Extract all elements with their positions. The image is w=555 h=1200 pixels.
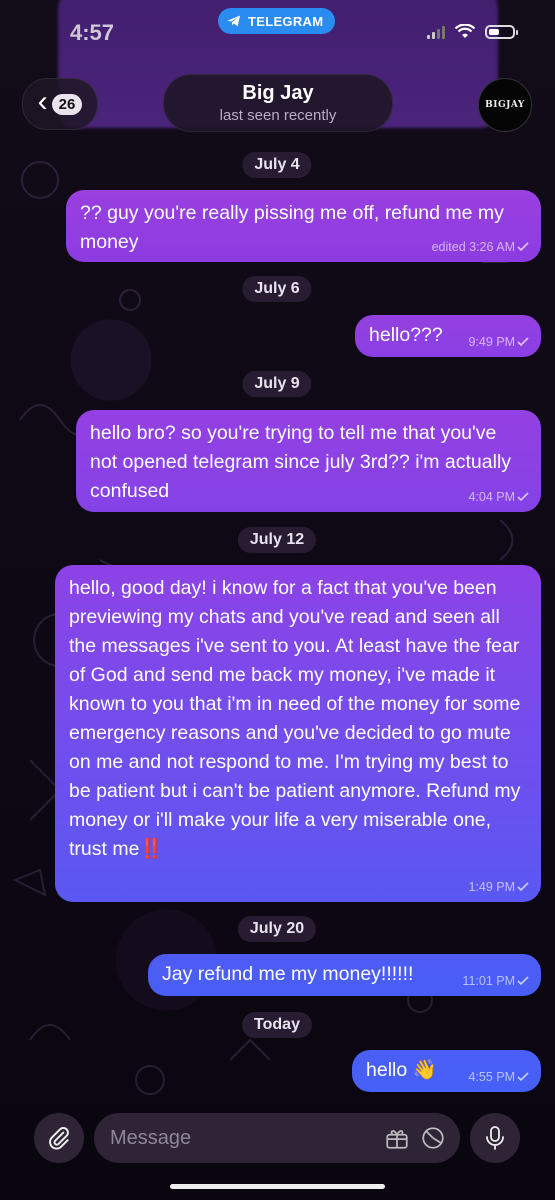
sticker-icon[interactable] (420, 1125, 446, 1151)
sent-check-icon (517, 976, 529, 986)
message-bubble-outgoing[interactable]: hello 👋 4:55 PM (352, 1050, 541, 1092)
message-bubble-outgoing[interactable]: hello, good day! i know for a fact that … (55, 565, 541, 902)
message-time: 4:55 PM (468, 1070, 515, 1084)
contact-name: Big Jay (242, 82, 314, 104)
status-bar: 4:57 TELEGRAM (0, 0, 555, 60)
message-text: Jay refund me my money!!!!!! (162, 963, 414, 985)
voice-record-button[interactable] (470, 1113, 520, 1163)
telegram-pill-label: TELEGRAM (248, 13, 324, 29)
message-time: 11:01 PM (462, 974, 515, 988)
unread-count-badge: 26 (51, 93, 83, 115)
chat-title[interactable]: Big Jay last seen recently (163, 74, 393, 132)
date-separator: July 6 (242, 276, 312, 302)
sent-check-icon (517, 492, 529, 502)
clock: 4:57 (70, 20, 115, 45)
attach-button[interactable] (34, 1113, 84, 1163)
message-bubble-outgoing[interactable]: hello bro? so you're trying to tell me t… (76, 410, 541, 512)
home-indicator[interactable] (170, 1184, 385, 1189)
message-placeholder: Message (110, 1127, 192, 1149)
message-text: hello, good day! i know for a fact that … (69, 577, 521, 860)
message-bubble-outgoing[interactable]: hello??? 9:49 PM (355, 315, 541, 357)
telegram-plane-icon (227, 15, 240, 27)
message-text: hello 👋 (366, 1059, 437, 1081)
date-separator: July 20 (237, 916, 317, 942)
contact-avatar[interactable]: BIGJAY (478, 78, 532, 132)
sent-check-icon (517, 882, 529, 892)
cellular-signal-icon (427, 25, 445, 39)
chevron-left-icon: ‹ (37, 85, 48, 118)
message-time: edited 3:26 AM (431, 240, 515, 254)
gift-icon[interactable] (384, 1125, 410, 1151)
sent-check-icon (517, 1072, 529, 1082)
message-time: 9:49 PM (468, 335, 515, 349)
back-button[interactable]: ‹ 26 (22, 78, 98, 130)
message-time: 4:04 PM (468, 490, 515, 504)
sent-check-icon (517, 242, 529, 252)
date-separator: July 12 (237, 527, 317, 553)
message-text: hello??? (369, 324, 443, 346)
date-separator: July 9 (242, 371, 312, 397)
telegram-status-pill[interactable]: TELEGRAM (218, 8, 336, 34)
message-input[interactable]: Message (94, 1113, 460, 1163)
date-separator: July 4 (242, 152, 312, 178)
sent-check-icon (517, 337, 529, 347)
contact-last-seen: last seen recently (219, 107, 337, 124)
battery-icon (485, 25, 518, 39)
message-bubble-outgoing[interactable]: ?? guy you're really pissing me off, ref… (66, 190, 541, 262)
microphone-icon (486, 1126, 504, 1150)
paperclip-icon (49, 1127, 69, 1150)
message-time: 1:49 PM (468, 880, 515, 894)
date-separator: Today (242, 1012, 312, 1038)
message-bubble-outgoing[interactable]: Jay refund me my money!!!!!! 11:01 PM (148, 954, 541, 996)
message-text: hello bro? so you're trying to tell me t… (90, 422, 512, 502)
avatar-logo-text: BIGJAY (485, 100, 525, 110)
wifi-icon (455, 24, 475, 38)
